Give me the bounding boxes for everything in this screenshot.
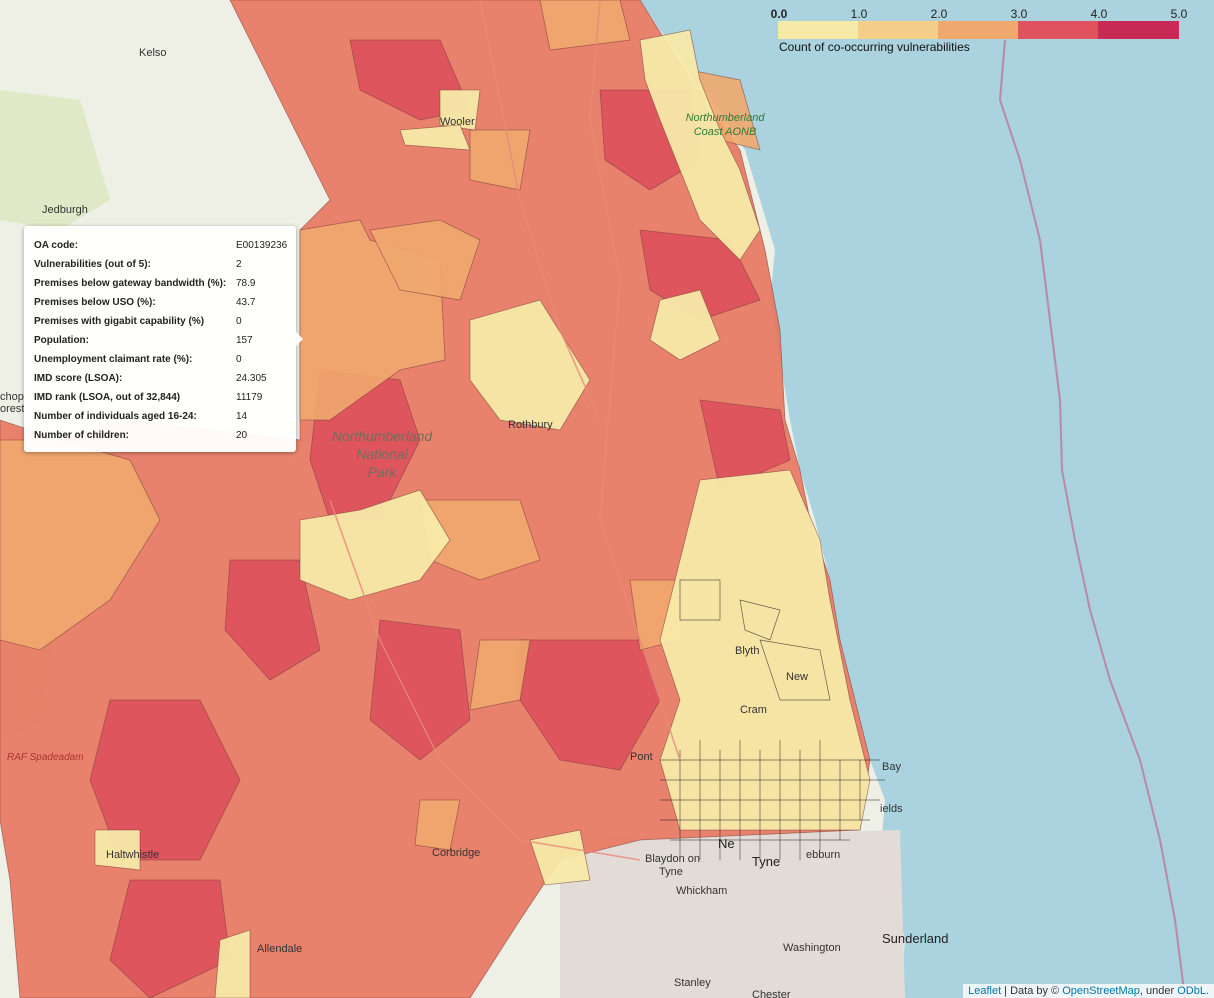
tooltip-value: 0	[236, 316, 242, 327]
tooltip-key: Premises below gateway bandwidth (%):	[34, 278, 227, 289]
legend-tick: 5.0	[1170, 7, 1188, 21]
tooltip-table: OA code: E00139236 Vulnerabilities (out o…	[34, 236, 296, 445]
label-sunderland: Sunderland	[882, 931, 949, 946]
tooltip-row: IMD score (LSOA): 24.305	[34, 369, 296, 388]
label-allendale: Allendale	[257, 943, 302, 955]
tooltip-row: OA code: E00139236	[34, 236, 296, 255]
tooltip-row: IMD rank (LSOA, out of 32,844) 11179	[34, 388, 296, 407]
legend-swatch	[1098, 21, 1179, 39]
tooltip-row: Number of children: 20	[34, 426, 296, 445]
legend-swatch	[1018, 21, 1098, 39]
tooltip-key: Premises with gigabit capability (%)	[34, 316, 205, 327]
openstreetmap-link[interactable]: OpenStreetMap	[1062, 985, 1140, 997]
legend-tick: 3.0	[1010, 7, 1028, 21]
label-kelso: Kelso	[139, 47, 167, 59]
label-kielder-1: chop	[0, 391, 24, 403]
label-wooler: Wooler	[440, 116, 475, 128]
tooltip-key: Vulnerabilities (out of 5):	[34, 259, 151, 270]
label-national-park-3: Park	[368, 464, 398, 480]
label-corbridge: Corbridge	[432, 847, 480, 859]
tooltip-value: 2	[236, 259, 242, 270]
label-newbiggin: New	[786, 671, 808, 683]
tooltip-value: 157	[236, 335, 253, 346]
tooltip-key: OA code:	[34, 240, 79, 251]
tooltip-row: Population: 157	[34, 331, 296, 350]
tooltip-key: Number of children:	[34, 430, 130, 441]
legend-tick: 2.0	[930, 7, 948, 21]
attribution-text: | Data by ©	[1001, 985, 1063, 997]
odbl-link[interactable]: ODbL.	[1177, 985, 1209, 997]
tooltip-value: 0	[236, 354, 242, 365]
leaflet-link[interactable]: Leaflet	[968, 985, 1001, 997]
label-ponteland: Pont	[630, 751, 653, 763]
legend-swatch	[858, 21, 938, 39]
label-blaydon: Blaydon on	[645, 853, 700, 865]
tooltip-value: 20	[236, 430, 248, 441]
tooltip-key: IMD score (LSOA):	[34, 373, 123, 384]
tooltip-value: 78.9	[236, 278, 256, 289]
map-canvas[interactable]: Kelso Jedburgh Wooler Rothbury Blyth New…	[0, 0, 1214, 998]
tooltip-row: Vulnerabilities (out of 5): 2	[34, 255, 296, 274]
label-aonb-2: Coast AONB	[694, 126, 757, 138]
tooltip-key: Population:	[34, 335, 89, 346]
tooltip-key: IMD rank (LSOA, out of 32,844)	[34, 392, 181, 403]
tooltip-row: Premises below USO (%): 43.7	[34, 293, 296, 312]
map-attribution: Leaflet | Data by © OpenStreetMap, under…	[963, 984, 1214, 998]
label-south-shields: ields	[880, 803, 903, 815]
color-legend: 0.0 1.0 2.0 3.0 4.0 5.0 Count of co-occu…	[770, 7, 1188, 54]
feature-tooltip: OA code: E00139236 Vulnerabilities (out o…	[24, 226, 303, 452]
label-tyne: Tyne	[752, 854, 780, 869]
label-stanley: Stanley	[674, 977, 711, 989]
label-blaydon-tyne: Tyne	[659, 866, 683, 878]
label-kielder-2: orest	[0, 403, 24, 415]
tooltip-value: 24.305	[236, 373, 267, 384]
label-raf-spadeadam: RAF Spadeadam	[7, 752, 84, 763]
region[interactable]	[469, 129, 531, 191]
region[interactable]	[214, 929, 251, 998]
label-national-park-1: Northumberland	[332, 428, 434, 444]
tooltip-value: 11179	[236, 392, 263, 403]
tooltip-key: Unemployment claimant rate (%):	[34, 354, 193, 365]
tooltip-value: 14	[236, 411, 248, 422]
tooltip-value: 43.7	[236, 297, 256, 308]
legend-tick: 0.0	[770, 7, 788, 21]
label-jedburgh: Jedburgh	[42, 204, 88, 216]
label-washington: Washington	[783, 942, 841, 954]
label-aonb-1: Northumberland	[686, 112, 766, 124]
label-cramlington: Cram	[740, 704, 767, 716]
legend-tick: 1.0	[850, 7, 868, 21]
tooltip-key: Premises below USO (%):	[34, 297, 156, 308]
legend-ticks: 0.0 1.0 2.0 3.0 4.0 5.0	[770, 7, 1188, 21]
legend-swatch	[938, 21, 1018, 39]
legend-tick: 4.0	[1090, 7, 1108, 21]
label-blyth: Blyth	[735, 645, 759, 657]
tooltip-row: Premises with gigabit capability (%) 0	[34, 312, 296, 331]
label-rothbury: Rothbury	[508, 419, 553, 431]
tooltip-value: E00139236	[236, 240, 288, 251]
label-whickham: Whickham	[676, 885, 727, 897]
legend-color-bar	[778, 21, 1179, 39]
label-newcastle: Ne	[718, 836, 735, 851]
label-hebburn: ebburn	[806, 849, 840, 861]
tooltip-row: Premises below gateway bandwidth (%): 78.…	[34, 274, 296, 293]
tooltip-key: Number of individuals aged 16-24:	[34, 411, 197, 422]
tooltip-row: Unemployment claimant rate (%): 0	[34, 350, 296, 369]
attribution-text: , under	[1139, 985, 1178, 997]
label-haltwhistle: Haltwhistle	[106, 849, 159, 861]
legend-swatch	[778, 21, 858, 39]
label-whitley-bay: Bay	[882, 761, 901, 773]
label-chester: Chester	[752, 989, 791, 998]
legend-caption: Count of co-occurring vulnerabilities	[779, 40, 970, 54]
label-national-park-2: National	[356, 446, 408, 462]
tooltip-row: Number of individuals aged 16-24: 14	[34, 407, 296, 426]
